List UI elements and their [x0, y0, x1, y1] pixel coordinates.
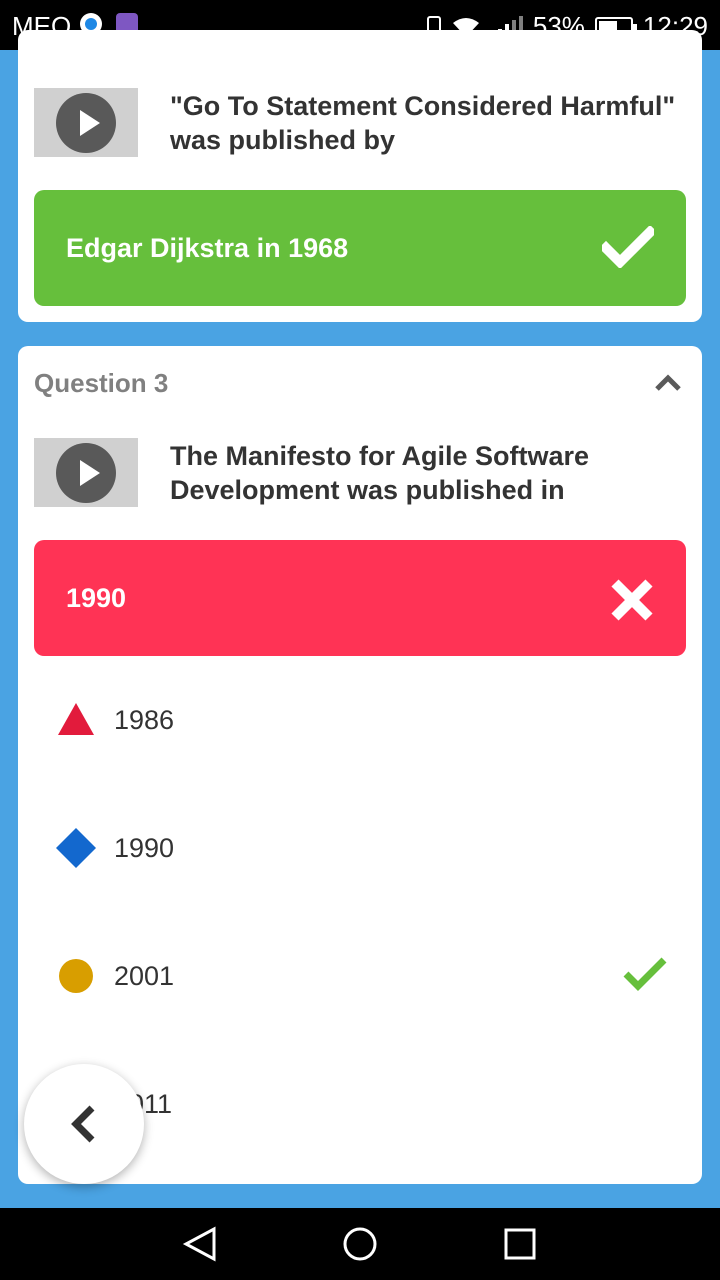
- media-thumbnail[interactable]: [34, 438, 138, 507]
- selected-answer-correct: Edgar Dijkstra in 1968: [34, 190, 686, 306]
- question-card-3: Question 3 The Manifesto for Agile Softw…: [18, 346, 702, 1184]
- system-nav-bar: [0, 1208, 720, 1280]
- play-icon[interactable]: [56, 93, 116, 153]
- chevron-up-icon[interactable]: [654, 374, 682, 397]
- circle-icon: [56, 956, 96, 996]
- option-1990: 1990: [56, 828, 668, 868]
- option-label: 1986: [114, 704, 175, 735]
- option-2011: 2011: [56, 1084, 668, 1124]
- option-label: 2001: [114, 960, 175, 991]
- nav-back-icon[interactable]: [182, 1226, 218, 1262]
- selected-answer-wrong: 1990: [34, 540, 686, 656]
- triangle-icon: [56, 700, 96, 740]
- checkmark-icon: [598, 224, 658, 275]
- option-1986: 1986: [56, 700, 668, 740]
- media-thumbnail[interactable]: [34, 88, 138, 157]
- question-card-2: "Go To Statement Considered Harmful" was…: [18, 30, 702, 322]
- back-button[interactable]: [24, 1064, 144, 1184]
- cross-icon: [610, 578, 654, 629]
- chevron-left-icon: [71, 1105, 95, 1143]
- question-header: Question 3: [34, 368, 169, 398]
- question-text: "Go To Statement Considered Harmful" was…: [170, 91, 676, 155]
- option-2001: 2001: [56, 956, 668, 996]
- question-row: The Manifesto for Agile Software Develop…: [34, 438, 686, 507]
- question-text: The Manifesto for Agile Software Develop…: [170, 441, 590, 505]
- nav-recents-icon[interactable]: [502, 1226, 538, 1262]
- nav-home-icon[interactable]: [342, 1226, 378, 1262]
- answer-label: Edgar Dijkstra in 1968: [66, 232, 349, 263]
- question-row: "Go To Statement Considered Harmful" was…: [34, 88, 686, 157]
- diamond-icon: [56, 828, 96, 868]
- play-icon[interactable]: [56, 443, 116, 503]
- answer-label: 1990: [66, 582, 127, 613]
- correct-checkmark-icon: [622, 956, 668, 997]
- option-label: 1990: [114, 832, 175, 863]
